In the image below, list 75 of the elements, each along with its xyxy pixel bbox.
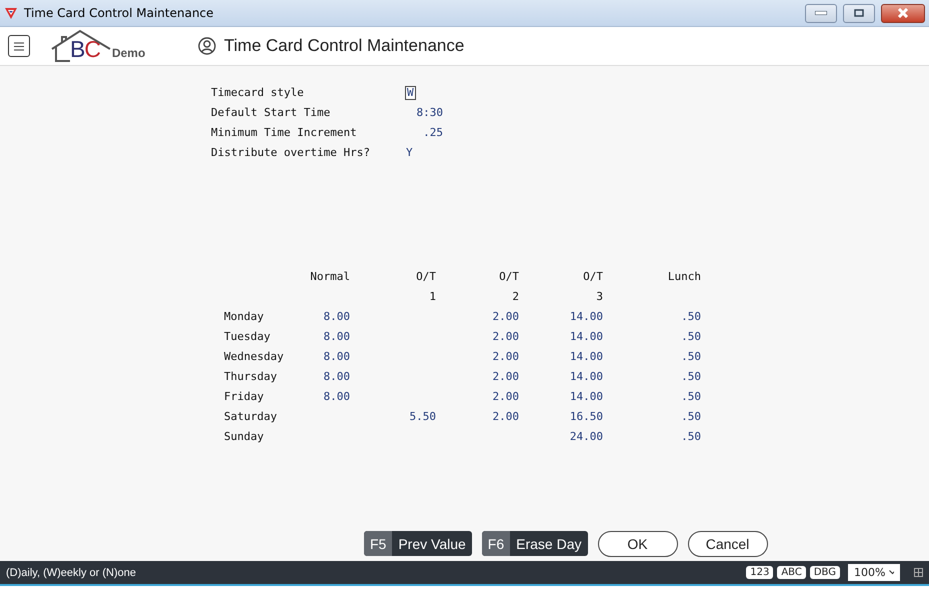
- table-cell-text: 2.00: [492, 370, 519, 382]
- table-cell-text: 14.00: [568, 330, 603, 342]
- table-cell-text: 8.00: [322, 330, 350, 342]
- caret-icon: [889, 570, 894, 575]
- field-label: Distribute overtime Hrs?: [211, 146, 371, 160]
- function-key-button[interactable]: F6 Erase Day: [482, 531, 588, 556]
- table-cell-text: .50: [680, 310, 701, 322]
- table-cell-text: .50: [680, 430, 701, 442]
- table-cell-text: 2.00: [492, 330, 519, 342]
- column-header: O/T: [582, 270, 603, 282]
- cancel-button[interactable]: Cancel: [688, 531, 768, 557]
- table-cell-text: 2.00: [492, 390, 519, 402]
- day-label: Monday: [224, 310, 265, 322]
- zoom-dropdown[interactable]: 100%: [848, 564, 900, 581]
- field-value: Y: [405, 146, 414, 160]
- table-cell-text: 8.00: [322, 390, 350, 402]
- house-icon: [50, 29, 112, 63]
- column-header: Lunch: [666, 270, 701, 282]
- minimize-button[interactable]: [805, 4, 837, 22]
- table-cell-text: 24.00: [568, 430, 603, 442]
- column-header: O/T: [415, 270, 436, 282]
- table-cell-text: .50: [680, 330, 701, 342]
- grid-icon[interactable]: [914, 568, 923, 577]
- field-value: .25: [423, 126, 443, 139]
- day-label: Thursday: [224, 370, 278, 382]
- column-subheader: 1: [428, 290, 436, 302]
- user-icon: [198, 37, 216, 55]
- maximize-button[interactable]: [843, 4, 875, 22]
- window-title: Time Card Control Maintenance: [24, 6, 214, 20]
- table-cell-text: 8.00: [322, 350, 350, 362]
- menu-button[interactable]: [8, 35, 30, 57]
- field-label: Minimum Time Increment: [211, 126, 358, 140]
- minimize-icon: [815, 11, 827, 15]
- field-value: 8:30: [416, 106, 443, 119]
- table-cell-text: .50: [680, 390, 701, 402]
- table-cell-text: 14.00: [568, 350, 603, 362]
- table-cell-text: 14.00: [568, 310, 603, 322]
- column-subheader: 3: [595, 290, 603, 302]
- status-badge[interactable]: DBG: [810, 566, 840, 579]
- table-cell-text: 14.00: [568, 370, 603, 382]
- field-label: Timecard style: [211, 86, 305, 100]
- status-badge[interactable]: 123: [746, 566, 774, 579]
- column-subheader: 2: [511, 290, 519, 302]
- table-cell-text: 8.00: [322, 310, 350, 322]
- table-cell-text: 14.00: [568, 390, 603, 402]
- table-cell-text: 5.50: [408, 410, 436, 422]
- table-cell-text: 2.00: [492, 350, 519, 362]
- ok-button[interactable]: OK: [598, 531, 678, 557]
- table-cell-text: 8.00: [322, 370, 350, 382]
- app-icon: [4, 6, 18, 20]
- close-button[interactable]: [881, 4, 925, 22]
- logo-text: BC: [70, 38, 100, 61]
- table-cell-text: 16.50: [568, 410, 603, 422]
- day-label: Tuesday: [224, 330, 272, 342]
- day-label: Sunday: [224, 430, 265, 442]
- table-cell-text: .50: [680, 350, 701, 362]
- status-badge[interactable]: ABC: [777, 566, 806, 579]
- day-label: Wednesday: [224, 350, 285, 362]
- maximize-icon: [854, 9, 864, 17]
- column-header: O/T: [498, 270, 519, 282]
- field-label: Default Start Time: [211, 106, 332, 120]
- table-cell-text: .50: [680, 370, 701, 382]
- day-label: Saturday: [224, 410, 278, 422]
- day-label: Friday: [224, 390, 265, 402]
- menu-icon: [14, 42, 24, 50]
- status-message: (D)aily, (W)eekly or (N)one: [6, 566, 136, 578]
- column-header: Normal: [309, 270, 350, 282]
- input-field[interactable]: W: [405, 86, 416, 100]
- table-cell-text: .50: [680, 410, 701, 422]
- table-cell-text: 2.00: [492, 410, 519, 422]
- table-cell-text: 2.00: [492, 310, 519, 322]
- logo-caption: Demo: [112, 46, 146, 60]
- function-key-button[interactable]: F5 Prev Value: [364, 531, 472, 556]
- close-icon: [897, 8, 909, 18]
- page-title: Time Card Control Maintenance: [224, 36, 464, 56]
